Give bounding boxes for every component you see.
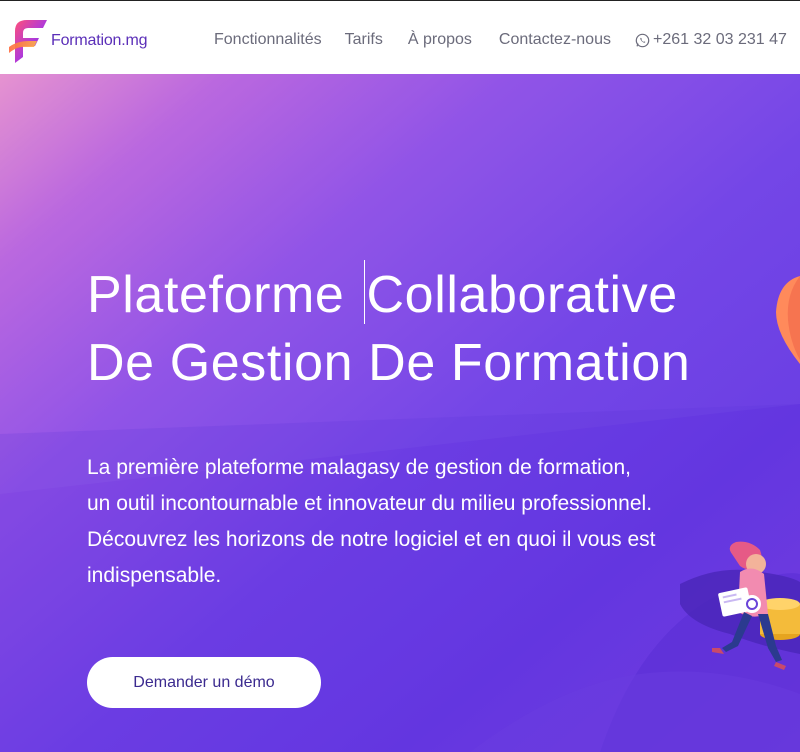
hero-description-line: La première plateforme malagasy de gesti… [87,456,631,479]
hero-description-line: un outil incontournable et innovateur du… [87,492,653,515]
typing-cursor [363,260,365,324]
navbar: Formation.mg Fonctionnalités Tarifs À pr… [0,0,800,74]
hero-illustration [680,276,800,670]
hero-description-line: Découvrez les horizons de notre logiciel… [87,528,656,551]
hero-title-word-2: Collaborative [366,266,678,324]
nav-link-tarifs[interactable]: Tarifs [345,31,383,49]
nav-link-fonctionnalites[interactable]: Fonctionnalités [214,31,322,49]
formation-logo-icon [9,20,47,63]
nav-link-a-propos[interactable]: À propos [408,31,472,49]
demo-request-button[interactable]: Demander un démo [87,657,321,708]
hero-description: La première plateforme malagasy de gesti… [87,450,655,594]
main-nav: Fonctionnalités Tarifs À propos Contacte… [214,31,787,49]
whatsapp-icon [635,33,650,47]
brand-name: Formation.mg [51,32,148,49]
hero-description-line: indispensable. [87,564,222,587]
hero-title: Plateforme Collaborative De Gestion De F… [87,260,690,397]
nav-link-contact[interactable]: Contactez-nous [499,31,611,49]
hero-title-word-1: Plateforme [87,266,345,324]
brand-link[interactable]: Formation.mg [7,17,147,65]
hero-title-line-2: De Gestion De Formation [87,334,691,392]
hero-title-line-1: Plateforme Collaborative [87,260,690,329]
hero-section: Plateforme Collaborative De Gestion De F… [0,74,800,752]
phone-link[interactable]: +261 32 03 231 47 [635,31,787,49]
phone-number: +261 32 03 231 47 [652,31,787,48]
